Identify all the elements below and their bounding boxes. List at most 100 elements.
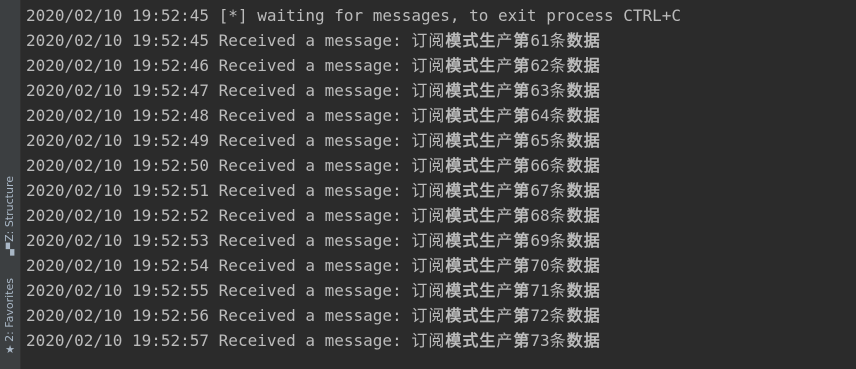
- message-part-c: 产: [496, 106, 514, 125]
- console-line: 2020/02/10 19:52:56 Received a message: …: [26, 303, 856, 328]
- line-timestamp: 2020/02/10 19:52:54: [26, 256, 210, 275]
- header-text: [*] waiting for messages, to exit proces…: [218, 6, 682, 25]
- line-timestamp: 2020/02/10 19:52:56: [26, 306, 210, 325]
- message-part-e: 条: [549, 131, 567, 150]
- message-prefix: Received a message:: [218, 181, 402, 200]
- message-prefix: Received a message:: [218, 81, 402, 100]
- message-number: 67: [530, 181, 550, 200]
- console-line: 2020/02/10 19:52:46 Received a message: …: [26, 53, 856, 78]
- message-part-d: 第: [513, 56, 531, 75]
- message-part-e: 条: [549, 206, 567, 225]
- message-part-d: 第: [513, 131, 531, 150]
- message-part-a: 订阅: [411, 81, 446, 100]
- message-part-d: 第: [513, 281, 531, 300]
- message-part-c: 产: [496, 56, 514, 75]
- favorites-tool-tab[interactable]: 2: Favorites ★: [0, 278, 20, 360]
- message-part-c: 产: [496, 131, 514, 150]
- message-part-e: 条: [549, 106, 567, 125]
- message-number: 71: [530, 281, 550, 300]
- line-timestamp: 2020/02/10 19:52:55: [26, 281, 210, 300]
- message-part-a: 订阅: [411, 56, 446, 75]
- line-timestamp: 2020/02/10 19:52:57: [26, 331, 210, 350]
- message-prefix: Received a message:: [218, 281, 402, 300]
- message-part-c: 产: [496, 181, 514, 200]
- message-prefix: Received a message:: [218, 56, 402, 75]
- message-part-a: 订阅: [411, 256, 446, 275]
- message-number: 64: [530, 106, 550, 125]
- message-number: 68: [530, 206, 550, 225]
- message-part-f: 数据: [566, 156, 601, 175]
- message-number: 69: [530, 231, 550, 250]
- message-part-f: 数据: [566, 56, 601, 75]
- message-part-a: 订阅: [411, 31, 446, 50]
- message-part-d: 第: [513, 306, 531, 325]
- console-line-header: 2020/02/10 19:52:45 [*] waiting for mess…: [26, 3, 856, 28]
- message-prefix: Received a message:: [218, 156, 402, 175]
- message-prefix: Received a message:: [218, 131, 402, 150]
- message-part-c: 产: [496, 306, 514, 325]
- message-part-f: 数据: [566, 256, 601, 275]
- message-part-b: 模式生: [445, 56, 497, 75]
- message-prefix: Received a message:: [218, 206, 402, 225]
- message-part-b: 模式生: [445, 31, 497, 50]
- message-number: 66: [530, 156, 550, 175]
- message-prefix: Received a message:: [218, 231, 402, 250]
- message-part-f: 数据: [566, 331, 601, 350]
- favorites-tab-label: 2: Favorites: [3, 278, 16, 342]
- message-part-f: 数据: [566, 31, 601, 50]
- message-part-e: 条: [549, 281, 567, 300]
- message-part-c: 产: [496, 81, 514, 100]
- line-timestamp: 2020/02/10 19:52:46: [26, 56, 210, 75]
- console-line: 2020/02/10 19:52:47 Received a message: …: [26, 78, 856, 103]
- line-timestamp: 2020/02/10 19:52:45: [26, 6, 210, 25]
- line-timestamp: 2020/02/10 19:52:51: [26, 181, 210, 200]
- message-part-e: 条: [549, 31, 567, 50]
- message-part-e: 条: [549, 181, 567, 200]
- message-part-c: 产: [496, 31, 514, 50]
- message-part-b: 模式生: [445, 131, 497, 150]
- message-part-f: 数据: [566, 231, 601, 250]
- console-line: 2020/02/10 19:52:49 Received a message: …: [26, 128, 856, 153]
- message-part-e: 条: [549, 56, 567, 75]
- message-part-a: 订阅: [411, 131, 446, 150]
- run-console-output[interactable]: 2020/02/10 19:52:45 [*] waiting for mess…: [21, 0, 856, 369]
- message-number: 63: [530, 81, 550, 100]
- line-timestamp: 2020/02/10 19:52:49: [26, 131, 210, 150]
- structure-tab-label: Z: Structure: [3, 176, 16, 242]
- message-number: 73: [530, 331, 550, 350]
- message-part-c: 产: [496, 231, 514, 250]
- message-part-b: 模式生: [445, 206, 497, 225]
- message-part-b: 模式生: [445, 106, 497, 125]
- message-part-f: 数据: [566, 281, 601, 300]
- message-number: 62: [530, 56, 550, 75]
- ide-window: Z: Structure ▚ 2: Favorites ★ 2020/02/10…: [0, 0, 856, 369]
- message-part-b: 模式生: [445, 81, 497, 100]
- message-part-a: 订阅: [411, 106, 446, 125]
- message-part-b: 模式生: [445, 281, 497, 300]
- console-line: 2020/02/10 19:52:53 Received a message: …: [26, 228, 856, 253]
- message-part-f: 数据: [566, 131, 601, 150]
- line-timestamp: 2020/02/10 19:52:47: [26, 81, 210, 100]
- message-part-f: 数据: [566, 181, 601, 200]
- message-part-b: 模式生: [445, 306, 497, 325]
- message-part-a: 订阅: [411, 331, 446, 350]
- message-part-e: 条: [549, 231, 567, 250]
- message-number: 65: [530, 131, 550, 150]
- message-prefix: Received a message:: [218, 306, 402, 325]
- message-part-e: 条: [549, 331, 567, 350]
- console-line: 2020/02/10 19:52:45 Received a message: …: [26, 28, 856, 53]
- left-tool-strip: Z: Structure ▚ 2: Favorites ★: [0, 0, 21, 369]
- message-prefix: Received a message:: [218, 31, 402, 50]
- message-part-f: 数据: [566, 106, 601, 125]
- message-part-c: 产: [496, 206, 514, 225]
- message-part-d: 第: [513, 331, 531, 350]
- console-line: 2020/02/10 19:52:52 Received a message: …: [26, 203, 856, 228]
- message-part-f: 数据: [566, 81, 601, 100]
- message-part-c: 产: [496, 156, 514, 175]
- line-timestamp: 2020/02/10 19:52:50: [26, 156, 210, 175]
- message-part-d: 第: [513, 181, 531, 200]
- structure-tool-tab[interactable]: Z: Structure ▚: [0, 176, 20, 260]
- message-part-e: 条: [549, 306, 567, 325]
- console-line: 2020/02/10 19:52:57 Received a message: …: [26, 328, 856, 353]
- console-line: 2020/02/10 19:52:48 Received a message: …: [26, 103, 856, 128]
